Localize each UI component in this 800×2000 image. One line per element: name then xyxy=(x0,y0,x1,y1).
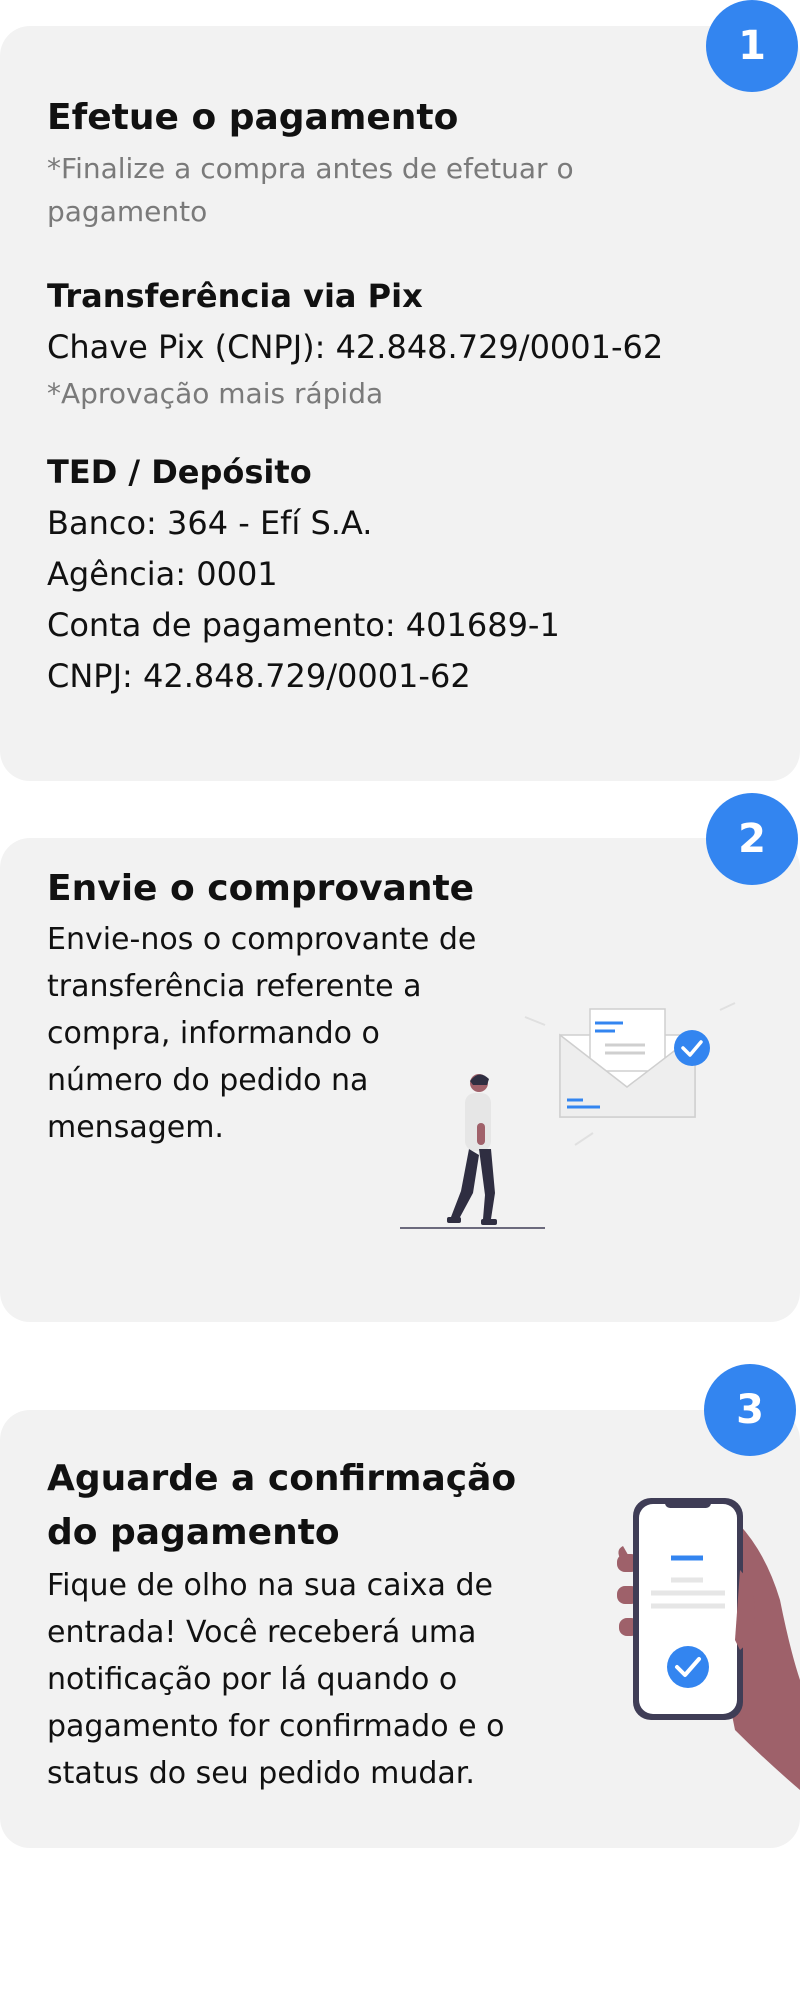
step3-line-1: Fique de olho na sua caixa de xyxy=(47,1568,493,1603)
ted-cnpj: CNPJ: 42.848.729/0001-62 xyxy=(47,657,471,695)
step2-line-4: número do pedido na xyxy=(47,1063,369,1098)
pix-key: Chave Pix (CNPJ): 42.848.729/0001-62 xyxy=(47,328,664,366)
step3-line-3: notificação por lá quando o xyxy=(47,1662,458,1697)
step1-note-line2: pagamento xyxy=(47,195,208,228)
pix-heading: Transferência via Pix xyxy=(47,277,423,315)
step3-line-5: status do seu pedido mudar. xyxy=(47,1756,475,1791)
step2-line-5: mensagem. xyxy=(47,1110,224,1145)
ted-account: Conta de pagamento: 401689-1 xyxy=(47,606,560,644)
step1-note-line1: *Finalize a compra antes de efetuar o xyxy=(47,152,574,185)
hand-holding-phone-check-illustration xyxy=(617,1498,800,1790)
ted-agency: Agência: 0001 xyxy=(47,555,278,593)
step3-line-4: pagamento for confirmado e o xyxy=(47,1709,505,1744)
step3-title-line2: do pagamento xyxy=(47,1512,340,1553)
step2-title: Envie o comprovante xyxy=(47,868,475,909)
step3-number-badge: 3 xyxy=(704,1364,796,1456)
step3-line-2: entrada! Você receberá uma xyxy=(47,1615,477,1650)
step2-number-badge: 2 xyxy=(706,793,798,885)
ted-heading: TED / Depósito xyxy=(47,453,312,491)
step2-line-1: Envie-nos o comprovante de xyxy=(47,922,477,957)
person-walking-envelope-illustration xyxy=(400,1002,736,1229)
step1-number-badge: 1 xyxy=(706,0,798,92)
step2-line-3: compra, informando o xyxy=(47,1016,380,1051)
step1-title: Efetue o pagamento xyxy=(47,97,459,138)
pix-note: *Aprovação mais rápida xyxy=(47,377,384,410)
step2-line-2: transferência referente a xyxy=(47,969,422,1004)
ted-bank: Banco: 364 - Efí S.A. xyxy=(47,504,373,542)
step3-title-line1: Aguarde a confirmação xyxy=(47,1458,517,1499)
